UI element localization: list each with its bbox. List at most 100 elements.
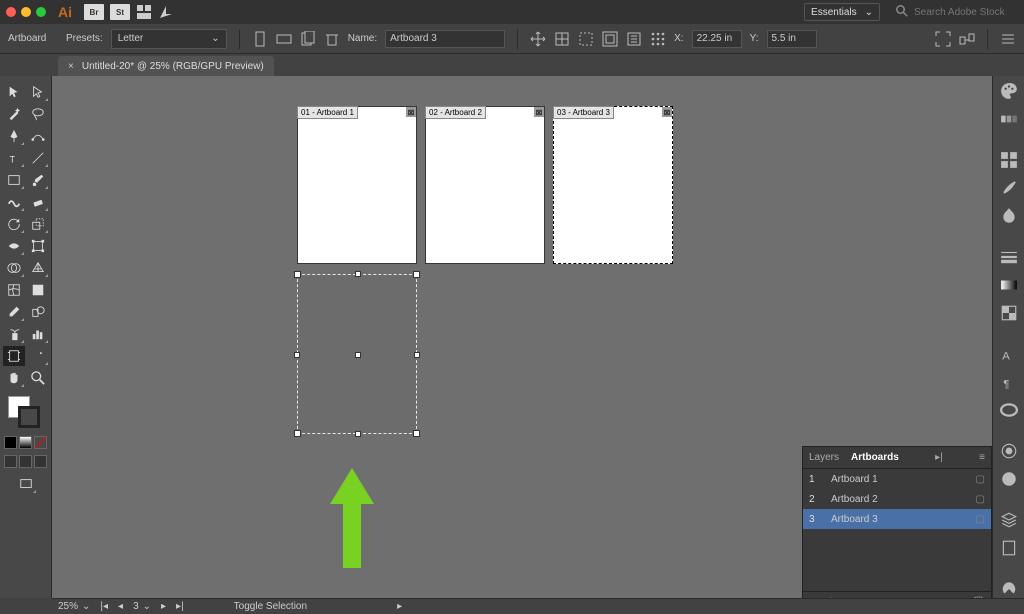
color-guide-icon[interactable]	[1000, 110, 1018, 128]
transparency-panel-icon[interactable]	[1000, 304, 1018, 322]
screen-mode-tool[interactable]	[15, 474, 37, 494]
last-artboard-icon[interactable]: ▸|	[176, 601, 184, 612]
rearrange-artboards-icon[interactable]	[959, 31, 975, 47]
hand-tool[interactable]	[3, 368, 25, 388]
color-mode-none[interactable]	[34, 436, 47, 449]
tab-artboards[interactable]: Artboards	[851, 452, 899, 463]
tab-layers[interactable]: Layers	[809, 452, 839, 463]
minimize-window-button[interactable]	[21, 7, 31, 17]
width-tool[interactable]	[3, 236, 25, 256]
zoom-dropdown[interactable]: 25% ⌄	[58, 601, 90, 612]
line-tool[interactable]	[27, 148, 49, 168]
swatches-panel-icon[interactable]	[1000, 151, 1018, 169]
artboard-3[interactable]: 03 - Artboard 3 ⊠	[553, 106, 673, 264]
artboard-close-icon[interactable]: ⊠	[534, 107, 544, 117]
artboard-options-icon[interactable]: ▢	[976, 474, 985, 485]
symbol-sprayer-tool[interactable]	[3, 324, 25, 344]
handle-tl[interactable]	[294, 271, 301, 278]
lasso-tool[interactable]	[27, 104, 49, 124]
search-stock-input[interactable]	[914, 7, 1014, 18]
first-artboard-icon[interactable]: |◂	[100, 601, 108, 612]
draw-normal[interactable]	[4, 455, 17, 468]
pen-tool[interactable]	[3, 126, 25, 146]
show-crosshair-icon[interactable]	[578, 31, 594, 47]
artboard-nav-dropdown[interactable]: 3 ⌄	[133, 601, 151, 612]
artboard-options-icon[interactable]: ▢	[976, 494, 985, 505]
orientation-landscape-icon[interactable]	[276, 31, 292, 47]
blend-tool[interactable]	[27, 302, 49, 322]
graphic-styles-icon[interactable]	[1000, 470, 1018, 488]
appearance-panel-icon[interactable]	[1000, 442, 1018, 460]
opentype-panel-icon[interactable]	[1000, 401, 1018, 419]
handle-bl[interactable]	[294, 430, 301, 437]
magic-wand-tool[interactable]	[3, 104, 25, 124]
eraser-tool[interactable]	[27, 192, 49, 212]
close-tab-icon[interactable]: ×	[68, 61, 74, 72]
handle-r[interactable]	[414, 352, 420, 358]
panel-collapse-icon[interactable]: ▸|	[935, 452, 943, 463]
eyedropper-tool[interactable]	[3, 302, 25, 322]
panel-menu-icon[interactable]	[1000, 31, 1016, 47]
handle-center[interactable]	[355, 352, 361, 358]
gradient-panel-icon[interactable]	[1000, 276, 1018, 294]
curvature-tool[interactable]	[27, 126, 49, 146]
selection-tool[interactable]	[3, 82, 25, 102]
scale-tool[interactable]	[27, 214, 49, 234]
handle-b[interactable]	[355, 431, 361, 437]
paragraph-panel-icon[interactable]: ¶	[1000, 373, 1018, 391]
gradient-tool[interactable]	[27, 280, 49, 300]
type-tool[interactable]: T	[3, 148, 25, 168]
artboard-1[interactable]: 01 - Artboard 1 ⊠	[297, 106, 417, 264]
zoom-tool[interactable]	[27, 368, 49, 388]
document-tab[interactable]: × Untitled-20* @ 25% (RGB/GPU Preview)	[58, 56, 274, 76]
artboard-tool[interactable]	[3, 346, 25, 366]
shaper-tool[interactable]	[3, 192, 25, 212]
video-safe-icon[interactable]	[602, 31, 618, 47]
search-stock[interactable]	[896, 5, 1014, 20]
paintbrush-tool[interactable]	[27, 170, 49, 190]
direct-selection-tool[interactable]	[27, 82, 49, 102]
slice-tool[interactable]	[27, 346, 49, 366]
panel-menu-icon[interactable]: ≡	[979, 452, 985, 463]
artboard-name-input[interactable]	[385, 30, 505, 48]
character-panel-icon[interactable]: A	[1000, 345, 1018, 363]
artboard-options-icon[interactable]: ▢	[976, 514, 985, 525]
next-artboard-icon[interactable]: ▸	[161, 601, 166, 612]
brushes-panel-icon[interactable]	[1000, 179, 1018, 197]
mesh-tool[interactable]	[3, 280, 25, 300]
arrange-documents-icon[interactable]	[136, 4, 152, 20]
symbols-panel-icon[interactable]	[1000, 207, 1018, 225]
new-artboard-icon[interactable]	[300, 31, 316, 47]
artboard-list-row[interactable]: 3 Artboard 3 ▢	[803, 509, 991, 529]
artboard-list-row[interactable]: 2 Artboard 2 ▢	[803, 489, 991, 509]
fill-stroke-swatch[interactable]	[6, 396, 46, 432]
move-with-artboard-icon[interactable]	[530, 31, 546, 47]
color-mode-color[interactable]	[4, 436, 17, 449]
artboard-list-row[interactable]: 1 Artboard 1 ▢	[803, 469, 991, 489]
handle-t[interactable]	[355, 271, 361, 277]
handle-l[interactable]	[294, 352, 300, 358]
workspace-switcher[interactable]: Essentials ⌄	[804, 3, 880, 21]
show-center-icon[interactable]	[554, 31, 570, 47]
color-panel-icon[interactable]	[1000, 82, 1018, 100]
artboards-panel-icon[interactable]	[1000, 539, 1018, 557]
draw-behind[interactable]	[19, 455, 32, 468]
stroke-panel-icon[interactable]	[1000, 248, 1018, 266]
prev-artboard-icon[interactable]: ◂	[118, 601, 123, 612]
fit-artboard-icon[interactable]	[935, 31, 951, 47]
y-input[interactable]	[767, 30, 817, 48]
preset-dropdown[interactable]: Letter ⌄	[111, 29, 227, 49]
x-input[interactable]	[692, 30, 742, 48]
close-window-button[interactable]	[6, 7, 16, 17]
handle-tr[interactable]	[413, 271, 420, 278]
layers-panel-icon[interactable]	[1000, 511, 1018, 529]
artboard-options-icon[interactable]	[626, 31, 642, 47]
color-mode-gradient[interactable]	[19, 436, 32, 449]
status-hint-chevron-icon[interactable]: ▸	[397, 601, 402, 612]
column-graph-tool[interactable]	[27, 324, 49, 344]
perspective-tool[interactable]	[27, 258, 49, 278]
gpu-preview-icon[interactable]	[158, 4, 174, 20]
bridge-button[interactable]: Br	[84, 4, 104, 20]
artboards-panel[interactable]: Layers Artboards ▸| ≡ 1 Artboard 1 ▢ 2 A…	[802, 446, 992, 614]
libraries-panel-icon[interactable]	[1000, 580, 1018, 598]
